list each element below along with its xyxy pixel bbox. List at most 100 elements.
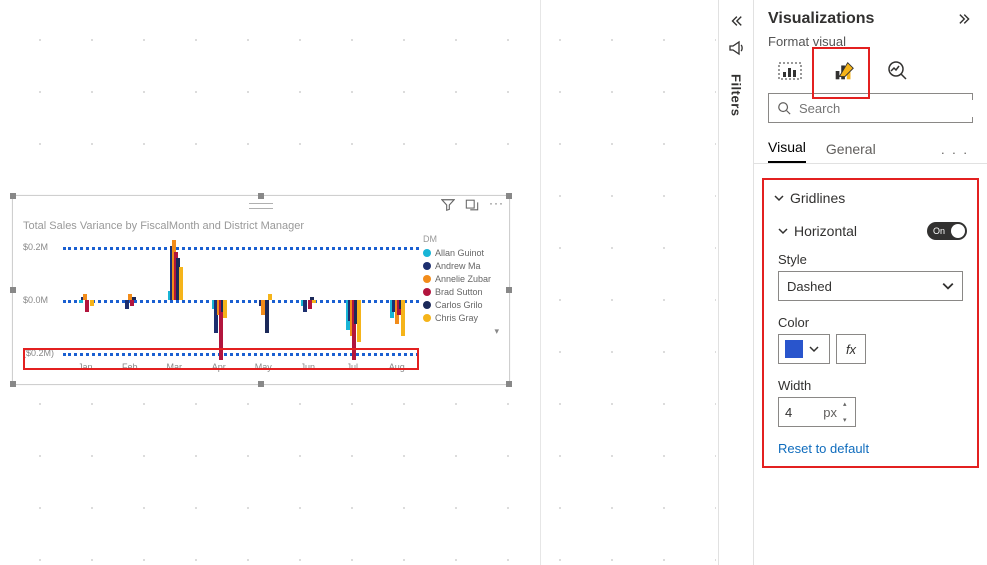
horizontal-label: Horizontal	[794, 223, 857, 239]
style-label: Style	[764, 246, 977, 271]
format-mode-tabs	[754, 55, 987, 93]
legend-swatch	[423, 275, 431, 283]
bar	[90, 300, 94, 306]
filter-icon[interactable]	[441, 198, 455, 212]
gridlines-card: Gridlines Horizontal On Style Dashed Col…	[762, 178, 979, 468]
legend-label: Chris Gray	[435, 313, 478, 323]
format-visual-subhead: Format visual	[754, 32, 987, 55]
bar	[265, 300, 269, 333]
month-group	[152, 240, 197, 360]
bar	[85, 300, 89, 312]
legend-item[interactable]: Andrew Ma	[423, 261, 503, 271]
width-value: 4	[785, 405, 792, 420]
bar	[303, 300, 307, 312]
visualizations-title: Visualizations	[768, 10, 959, 28]
annotation-highlight	[812, 47, 870, 99]
resize-handle[interactable]	[506, 381, 512, 387]
month-group	[197, 240, 242, 360]
gridlines-label: Gridlines	[790, 190, 845, 206]
tab-overflow[interactable]: . . .	[937, 136, 973, 163]
width-stepper[interactable]: 4 px ▴▾	[778, 397, 856, 427]
legend-item[interactable]: Carlos Grilo	[423, 300, 503, 310]
fx-label: fx	[846, 342, 856, 357]
search-field[interactable]	[797, 100, 977, 117]
month-group	[63, 240, 108, 360]
bar	[401, 300, 405, 336]
search-input[interactable]	[768, 93, 973, 123]
legend-label: Carlos Grilo	[435, 300, 483, 310]
style-value: Dashed	[787, 279, 832, 294]
bar	[130, 300, 134, 306]
y-tick-label: $0.2M	[23, 242, 48, 252]
legend-item[interactable]: Allan Guinot	[423, 248, 503, 258]
bar	[125, 300, 129, 309]
legend-swatch	[423, 262, 431, 270]
filters-rail: Filters	[718, 0, 754, 565]
analytics-icon[interactable]	[886, 59, 910, 83]
fx-button[interactable]: fx	[836, 334, 866, 364]
legend-overflow-icon[interactable]: ▾	[423, 326, 503, 337]
width-unit: px	[823, 405, 837, 420]
chevron-down-icon	[778, 226, 788, 236]
month-group	[241, 240, 286, 360]
chart-title: Total Sales Variance by FiscalMonth and …	[13, 214, 509, 234]
bar	[179, 267, 183, 300]
legend-item[interactable]: Chris Gray	[423, 313, 503, 323]
chevron-down-icon	[809, 344, 819, 354]
horizontal-header[interactable]: Horizontal On	[764, 212, 977, 246]
legend-label: Brad Sutton	[435, 287, 483, 297]
color-swatch	[785, 340, 803, 358]
reset-to-default-link[interactable]: Reset to default	[764, 427, 977, 456]
style-select[interactable]: Dashed	[778, 271, 963, 301]
stepper-arrows[interactable]: ▴▾	[843, 400, 853, 424]
month-group	[286, 240, 331, 360]
width-label: Width	[764, 372, 977, 397]
expand-icon[interactable]	[959, 12, 973, 26]
horizontal-toggle[interactable]: On	[927, 222, 967, 240]
resize-handle[interactable]	[10, 287, 16, 293]
chevron-down-icon	[942, 280, 954, 292]
legend-swatch	[423, 249, 431, 257]
color-picker[interactable]	[778, 334, 830, 364]
legend-swatch	[423, 288, 431, 296]
legend-swatch	[423, 314, 431, 322]
legend-label: Allan Guinot	[435, 248, 484, 258]
format-visual-icon[interactable]	[832, 59, 856, 83]
month-group	[108, 240, 153, 360]
annotation-highlight	[23, 348, 419, 370]
collapse-icon[interactable]	[729, 14, 743, 28]
bar	[357, 300, 361, 342]
legend-title: DM	[423, 234, 503, 244]
color-label: Color	[764, 309, 977, 334]
month-group	[375, 240, 420, 360]
bar	[261, 300, 265, 315]
bar	[223, 300, 227, 318]
bar-groups	[63, 240, 419, 360]
chart-legend: DM Allan Guinot Andrew Ma Annelie Zubar Bra…	[423, 234, 503, 337]
report-canvas[interactable]: ··· Total Sales Variance by FiscalMonth …	[0, 0, 716, 565]
more-options-icon[interactable]: ···	[489, 198, 503, 212]
format-tabs: Visual General . . .	[754, 133, 987, 164]
month-group	[330, 240, 375, 360]
bar	[268, 294, 272, 300]
resize-handle[interactable]	[10, 381, 16, 387]
tab-visual[interactable]: Visual	[768, 133, 806, 163]
focus-mode-icon[interactable]	[465, 198, 479, 212]
bar	[308, 300, 312, 309]
legend-item[interactable]: Brad Sutton	[423, 287, 503, 297]
legend-item[interactable]: Annelie Zubar	[423, 274, 503, 284]
resize-handle[interactable]	[258, 381, 264, 387]
legend-swatch	[423, 301, 431, 309]
search-icon	[777, 101, 791, 115]
legend-label: Annelie Zubar	[435, 274, 491, 284]
chart-visual[interactable]: ··· Total Sales Variance by FiscalMonth …	[12, 195, 510, 385]
gridlines-header[interactable]: Gridlines	[764, 180, 977, 212]
filters-label[interactable]: Filters	[729, 74, 744, 117]
build-visual-icon[interactable]	[778, 59, 802, 83]
resize-handle[interactable]	[506, 287, 512, 293]
bar	[312, 300, 316, 303]
announce-icon[interactable]	[728, 40, 744, 56]
drag-handle-icon[interactable]	[249, 203, 273, 209]
tab-general[interactable]: General	[826, 135, 876, 163]
legend-label: Andrew Ma	[435, 261, 481, 271]
